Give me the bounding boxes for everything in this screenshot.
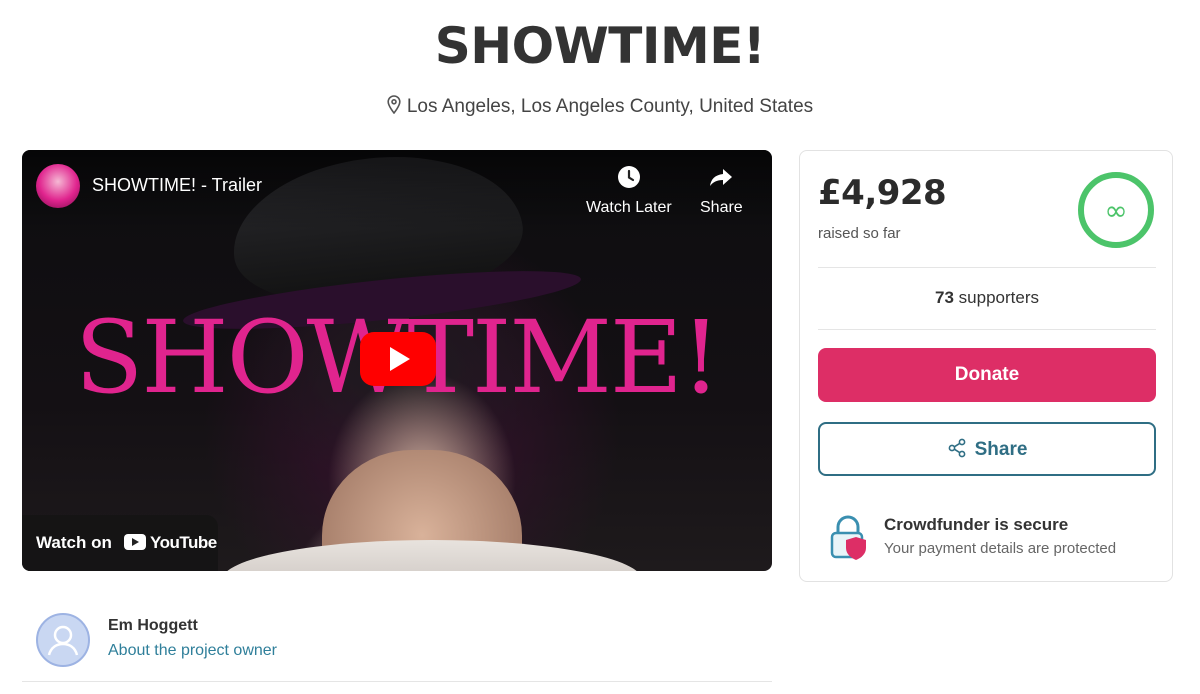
owner-avatar[interactable] (36, 613, 90, 667)
clock-icon (617, 166, 640, 188)
video-player[interactable]: SHOWTIME! SHOWTIME! - Trailer Watch Late… (22, 150, 772, 571)
video-frame-collar (222, 540, 642, 571)
share-button[interactable]: Share (818, 422, 1156, 476)
watch-on-label: Watch on (36, 533, 112, 552)
video-share-label: Share (700, 199, 743, 216)
watch-on-youtube-button[interactable]: Watch on YouTube (22, 515, 218, 571)
secure-lock-icon (830, 515, 866, 560)
divider (818, 267, 1156, 268)
about-owner-link[interactable]: About the project owner (108, 642, 277, 660)
owner-name: Em Hoggett (108, 617, 198, 634)
project-location: Los Angeles, Los Angeles County, United … (0, 94, 1200, 122)
share-arrow-icon (710, 169, 733, 186)
youtube-logo-icon (124, 534, 146, 550)
play-button[interactable] (360, 332, 436, 386)
location-text: Los Angeles, Los Angeles County, United … (406, 96, 814, 117)
location-pin-icon (387, 95, 401, 122)
channel-avatar[interactable] (36, 164, 80, 208)
infinity-icon: ∞ (1104, 194, 1127, 227)
video-share-button[interactable]: Share (700, 164, 743, 217)
supporters-number: 73 (935, 288, 954, 307)
funding-progress-ring: ∞ (1078, 172, 1154, 248)
amount-raised: £4,928 (818, 173, 947, 213)
share-button-label: Share (974, 438, 1028, 460)
user-icon (47, 625, 79, 656)
divider (22, 681, 772, 682)
secure-title: Crowdfunder is secure (884, 515, 1069, 534)
raised-label: raised so far (818, 225, 901, 242)
youtube-wordmark: YouTube (150, 533, 217, 552)
video-title[interactable]: SHOWTIME! - Trailer (92, 174, 262, 196)
donate-button[interactable]: Donate (818, 348, 1156, 402)
secure-subtitle: Your payment details are protected (884, 540, 1117, 557)
funding-card: £4,928 raised so far ∞ 73 supporters Don… (799, 150, 1173, 582)
watch-later-label: Watch Later (586, 199, 672, 216)
supporters-count: 73 supporters (818, 288, 1156, 308)
watch-later-button[interactable]: Watch Later (586, 164, 672, 217)
share-nodes-icon (948, 438, 965, 457)
supporters-label: supporters (958, 288, 1039, 307)
project-title: SHOWTIME! (434, 17, 766, 75)
divider (818, 329, 1156, 330)
